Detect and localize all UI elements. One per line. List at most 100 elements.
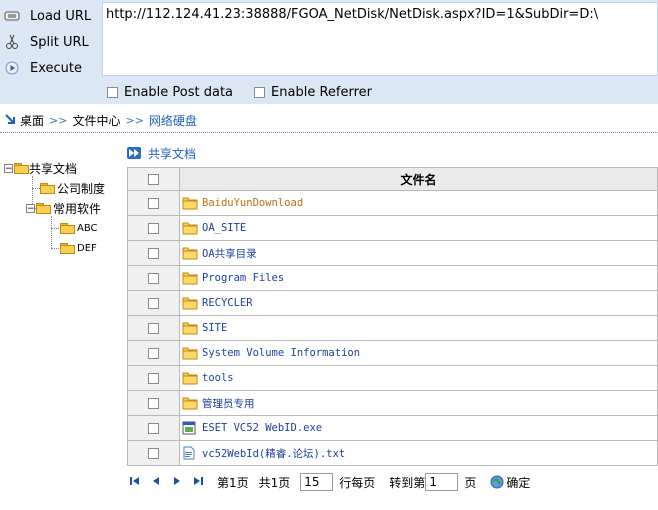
row-checkbox[interactable] [148,423,159,434]
tree-node-company-policy[interactable]: 公司制度 [40,179,105,197]
txt-icon [182,446,196,460]
total-info: 共1页 [258,475,291,490]
breadcrumb-desktop[interactable]: 桌面 [20,112,44,129]
next-page-icon[interactable] [172,476,182,489]
url-textarea[interactable]: http://112.124.41.23:38888/FGOA_NetDisk/… [102,2,658,76]
file-link[interactable]: SITE [180,321,657,335]
row-checkbox[interactable] [148,223,159,234]
pager: 第1页 共1页 15 行每页 转到第 1 页 确定 [127,469,658,495]
split-url-label: Split URL [30,34,89,50]
row-select-cell [127,415,180,441]
folder-icon [182,296,198,310]
confirm-button[interactable]: 确定 [490,474,530,491]
folder-open-icon [36,202,51,214]
execute-label: Execute [30,60,82,76]
row-checkbox[interactable] [148,373,159,384]
goto-page-input[interactable]: 1 [425,473,459,491]
file-link[interactable]: Program Files [180,271,657,285]
hackbar-panel: Load URL Split URL Execute http://112.12… [0,0,658,104]
table-row[interactable]: vc52WebId(精睿.论坛).txt [127,440,658,466]
file-name-label: 管理员专用 [202,397,255,410]
row-checkbox[interactable] [148,298,159,309]
table-row[interactable]: SITE [127,315,658,341]
table-row[interactable]: ESET VC52 WebID.exe [127,415,658,441]
file-link[interactable]: 管理员专用 [180,396,657,411]
filename-cell: OA_SITE [179,215,658,241]
file-name-label: OA共享目录 [202,247,257,260]
table-row[interactable]: System Volume Information [127,340,658,366]
prev-page-icon[interactable] [151,476,161,489]
tree-node-shared[interactable]: − 共享文档 [4,159,77,177]
table-row[interactable]: OA_SITE [127,215,658,241]
per-page-input[interactable]: 15 [300,473,334,491]
row-select-cell [127,265,180,291]
file-link[interactable]: ESET VC52 WebID.exe [180,421,657,435]
table-row[interactable]: tools [127,365,658,391]
first-page-icon[interactable] [130,476,140,489]
file-link[interactable]: RECYCLER [180,296,657,310]
table-header-row: 文件名 [127,167,658,191]
folder-icon [60,242,75,254]
filename-column-header[interactable]: 文件名 [179,167,658,191]
file-link[interactable]: BaiduYunDownload [180,196,657,210]
table-row[interactable]: BaiduYunDownload [127,190,658,216]
folder-icon [182,271,198,285]
breadcrumb-netdisk[interactable]: 网络硬盘 [149,112,197,129]
collapse-icon[interactable]: − [26,203,35,213]
file-name-label: RECYCLER [202,297,253,309]
file-link[interactable]: OA_SITE [180,221,657,235]
enable-referrer-option[interactable]: Enable Referrer [254,85,372,100]
tree-node-label: 共享文档 [29,161,78,176]
panel-title-label: 共享文档 [148,146,197,161]
row-checkbox[interactable] [148,198,159,209]
file-name-label: OA_SITE [202,222,247,234]
row-select-cell [127,290,180,316]
filename-cell: tools [179,365,658,391]
folder-icon [40,182,55,194]
select-all-checkbox[interactable] [148,174,159,185]
row-checkbox[interactable] [148,348,159,359]
row-checkbox[interactable] [148,448,159,459]
file-link[interactable]: System Volume Information [180,346,657,360]
split-url-button[interactable]: Split URL [0,30,100,54]
breadcrumb-arrow-icon [4,113,16,128]
execute-button[interactable]: Execute [0,56,100,80]
row-select-cell [127,240,180,266]
row-checkbox[interactable] [148,248,159,259]
folder-icon [182,246,198,260]
table-row[interactable]: OA共享目录 [127,240,658,266]
row-checkbox[interactable] [148,398,159,409]
filename-cell: 管理员专用 [179,390,658,416]
file-rows: BaiduYunDownload OA_SITE OA共享目录 Program Fil… [127,190,658,466]
tree-node-def[interactable]: DEF [60,239,97,257]
tree-node-label: DEF [77,242,97,254]
table-row[interactable]: Program Files [127,265,658,291]
enable-referrer-checkbox[interactable] [254,86,266,98]
collapse-icon[interactable]: − [4,163,13,173]
breadcrumb-separator: >> [49,113,68,127]
table-row[interactable]: 管理员专用 [127,390,658,416]
last-page-icon[interactable] [193,476,203,489]
enable-post-option[interactable]: Enable Post data [107,85,233,100]
row-checkbox[interactable] [148,323,159,334]
breadcrumb-file-center[interactable]: 文件中心 [72,112,120,129]
row-checkbox[interactable] [148,273,159,284]
scissors-icon [3,33,21,51]
file-link[interactable]: vc52WebId(精睿.论坛).txt [180,446,657,461]
select-all-cell [127,167,180,191]
row-select-cell [127,340,180,366]
load-url-label: Load URL [30,8,92,24]
filename-cell: Program Files [179,265,658,291]
table-row[interactable]: RECYCLER [127,290,658,316]
enable-post-checkbox[interactable] [107,86,118,98]
row-select-cell [127,315,180,341]
panel-title: 共享文档 [127,144,196,162]
tree-node-abc[interactable]: ABC [60,219,98,237]
file-link[interactable]: OA共享目录 [180,246,657,261]
tree-node-common-software[interactable]: − 常用软件 [26,199,101,217]
confirm-label: 确定 [506,475,531,490]
folder-icon [182,396,198,410]
file-link[interactable]: tools [180,371,657,385]
load-url-button[interactable]: Load URL [0,4,100,28]
tree-node-label: 常用软件 [53,201,102,216]
